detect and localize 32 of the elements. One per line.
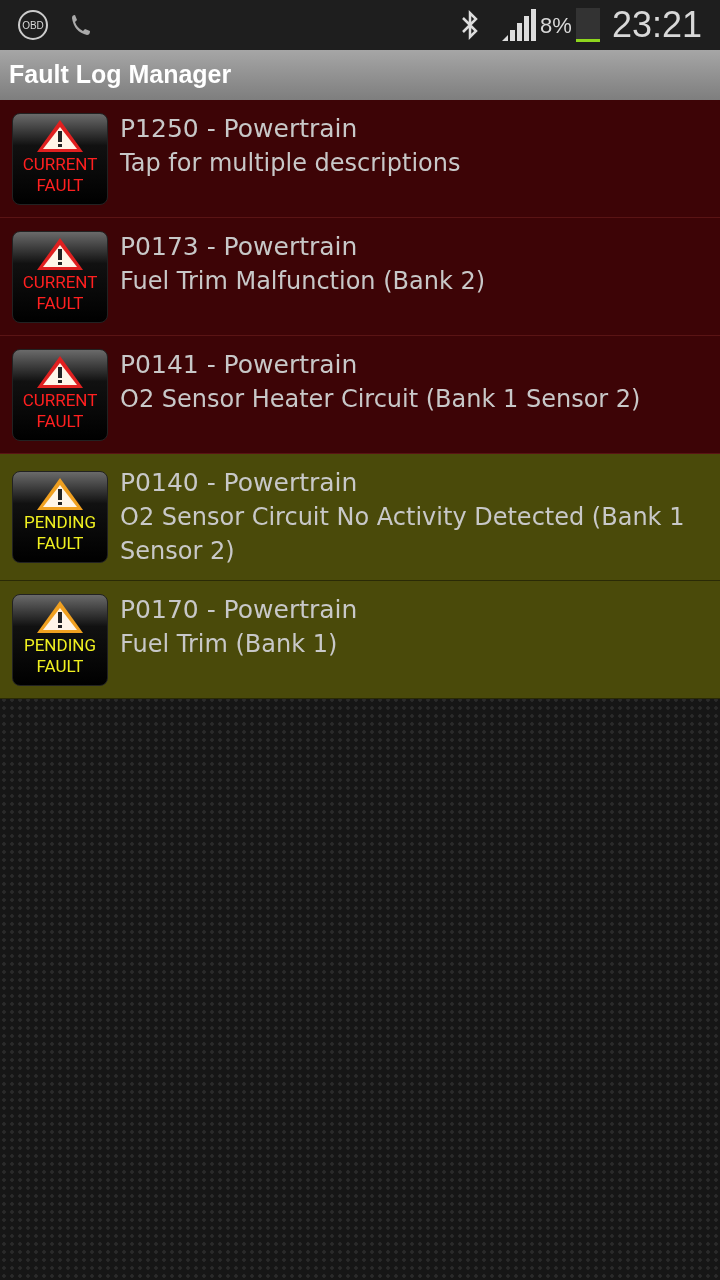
fault-description: Fuel Trim (Bank 1): [120, 629, 339, 660]
badge-label: FAULT: [36, 533, 84, 554]
fault-description: O2 Sensor Heater Circuit (Bank 1 Sensor 2): [120, 384, 641, 415]
fault-code: P0170 - Powertrain: [120, 594, 358, 626]
battery-icon: [575, 8, 600, 42]
badge-label: CURRENT: [22, 271, 98, 293]
fault-code: P0140 - Powertrain: [120, 467, 359, 499]
fault-description: Tap for multiple descriptions: [120, 148, 461, 179]
signal-icon: [502, 9, 537, 41]
fault-description: O2 Sensor Circuit No Activity Detected (Bank 1 Sensor 2): [120, 502, 686, 567]
fault-row[interactable]: CURRENT FAULT P0173 - Powertrain Fuel Trim Malfunction (Bank 2): [0, 218, 720, 336]
badge-label: FAULT: [36, 410, 84, 432]
badge-label: FAULT: [36, 174, 84, 196]
fault-row[interactable]: PENDING FAULT P0170 - Powertrain Fuel Trim (Bank 1): [0, 581, 720, 699]
badge-label: FAULT: [36, 655, 84, 677]
fault-row[interactable]: PENDING FAULT P0140 - Powertrain O2 Sensor Circuit No Activity Detected (Bank 1 Sensor 2): [0, 454, 720, 581]
badge-label: PENDING: [24, 512, 96, 533]
fault-row[interactable]: CURRENT FAULT P1250 - Powertrain Tap for multiple descriptions: [0, 100, 720, 218]
fault-description: Fuel Trim Malfunction (Bank 2): [120, 266, 486, 297]
warning-icon: [35, 476, 85, 512]
battery-percent: 8%: [540, 11, 572, 40]
fault-code: P0173 - Powertrain: [120, 231, 359, 263]
fault-code: P1250 - Powertrain: [120, 113, 359, 145]
badge-label: FAULT: [36, 292, 84, 314]
badge-label: CURRENT: [22, 389, 98, 411]
fault-code: P0141 - Powertrain: [120, 349, 359, 381]
window-title: Fault Log Manager: [9, 59, 232, 91]
app-icon: OBD: [18, 10, 48, 40]
clock: 23:21: [611, 3, 702, 47]
badge-label: CURRENT: [22, 153, 98, 175]
fault-row[interactable]: CURRENT FAULT P0141 - Powertrain O2 Sensor Heater Circuit (Bank 1 Sensor 2): [0, 336, 720, 454]
badge-label: PENDING: [24, 634, 96, 656]
